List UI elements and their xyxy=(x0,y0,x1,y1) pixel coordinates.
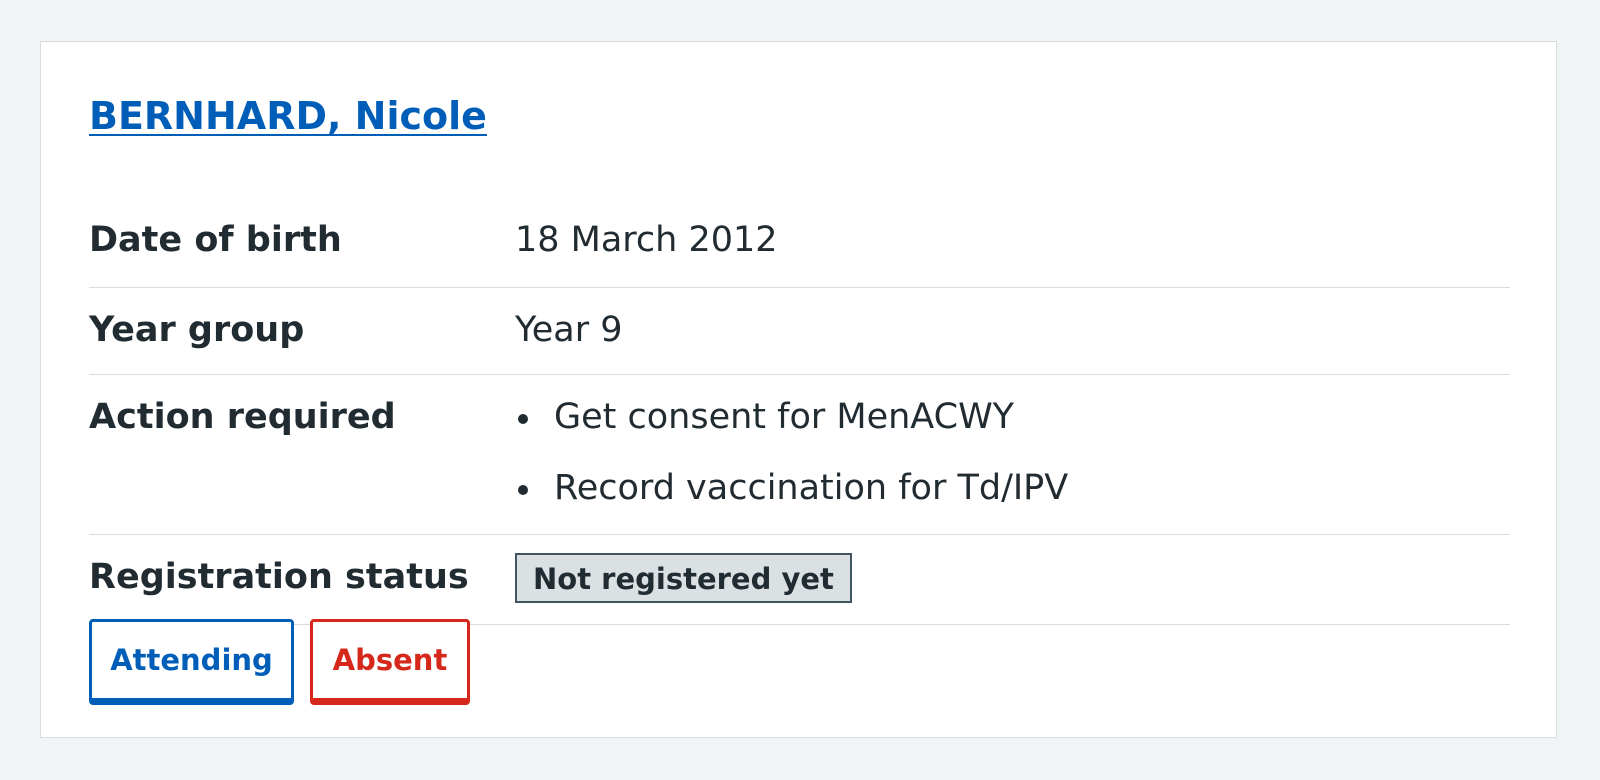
year-group-label: Year group xyxy=(89,310,305,350)
action-required-value: Get consent for MenACWY Record vaccinati… xyxy=(515,396,1510,534)
registration-status-label: Registration status xyxy=(89,557,469,597)
attendance-buttons: Attending Absent xyxy=(89,619,470,705)
summary-row-action-required: Action required Get consent for MenACWY … xyxy=(89,375,1510,535)
year-group-value: Year 9 xyxy=(515,310,623,350)
patient-name-link[interactable]: BERNHARD, Nicole xyxy=(89,94,487,138)
registration-status-value: Not registered yet xyxy=(515,553,1510,624)
summary-row-registration-status: Registration status Not registered yet xyxy=(89,535,1510,625)
attending-button[interactable]: Attending xyxy=(89,619,294,705)
action-required-list: Get consent for MenACWY Record vaccinati… xyxy=(515,396,1510,509)
action-required-label: Action required xyxy=(89,397,396,437)
date-of-birth-label: Date of birth xyxy=(89,220,342,260)
absent-button[interactable]: Absent xyxy=(310,619,470,705)
summary-row-date-of-birth: Date of birth 18 March 2012 xyxy=(89,198,1510,288)
date-of-birth-value: 18 March 2012 xyxy=(515,220,778,260)
summary-row-year-group: Year group Year 9 xyxy=(89,288,1510,375)
summary-list: Date of birth 18 March 2012 Year group Y… xyxy=(89,198,1510,625)
action-item: Get consent for MenACWY xyxy=(515,396,1510,438)
action-item: Record vaccination for Td/IPV xyxy=(515,467,1510,509)
status-badge: Not registered yet xyxy=(515,553,852,603)
patient-card: BERNHARD, Nicole Date of birth 18 March … xyxy=(40,41,1557,738)
